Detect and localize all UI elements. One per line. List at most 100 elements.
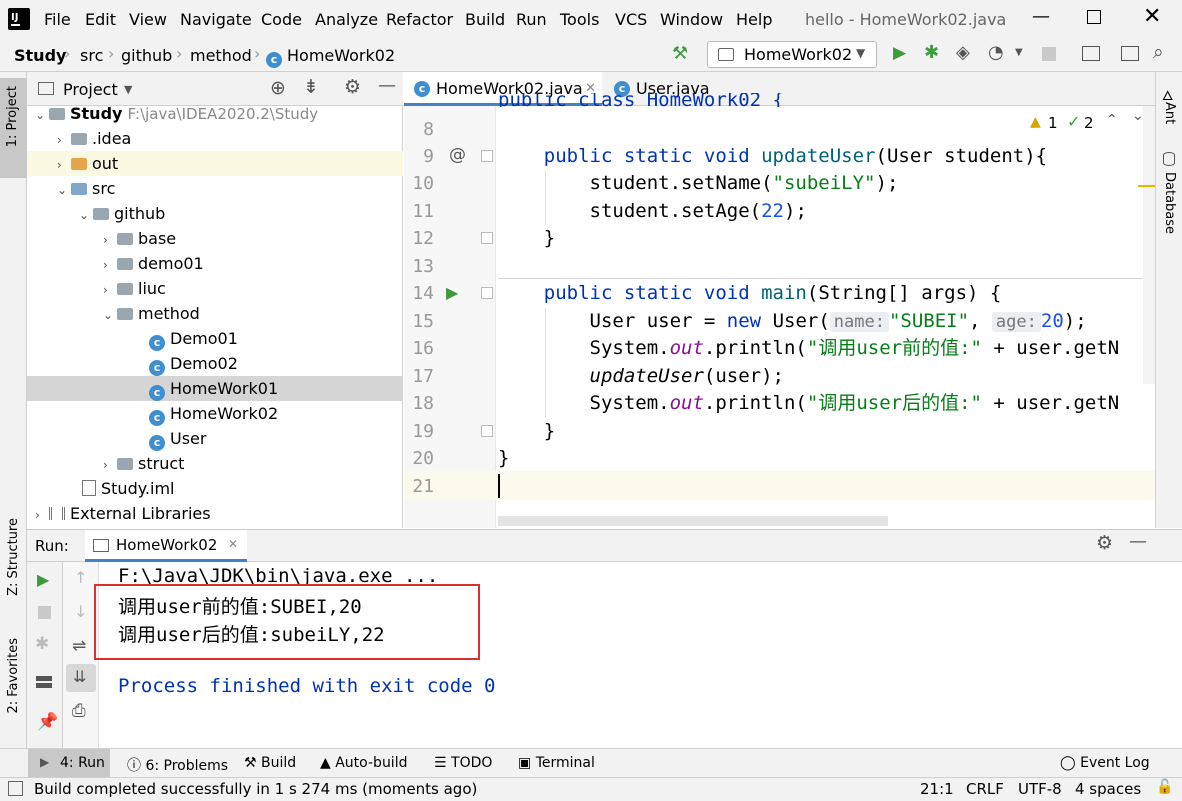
stop-icon[interactable] (38, 606, 51, 619)
typo-check-icon[interactable]: ✓ (1067, 112, 1080, 131)
layout-icon[interactable] (36, 676, 52, 688)
menu-code[interactable]: Code (261, 10, 302, 29)
tree-item-study[interactable]: ⌄ Study F:\java\IDEA2020.2\Study (27, 101, 403, 126)
hide-panel-icon[interactable]: — (1129, 531, 1147, 552)
menu-edit[interactable]: Edit (85, 10, 116, 29)
close-tab-icon[interactable]: ✕ (228, 537, 238, 551)
breadcrumb-src[interactable]: src (80, 46, 103, 65)
tree-item-study-iml[interactable]: Study.iml (27, 476, 403, 501)
tree-item-idea[interactable]: › .idea (27, 126, 403, 151)
pin-icon[interactable]: 📌 (37, 712, 58, 732)
chevron-down-icon[interactable]: ▼ (1015, 47, 1023, 58)
locate-icon[interactable]: ⊕ (270, 77, 286, 99)
tool-tab-todo[interactable]: ☰ TODO (434, 755, 492, 771)
indent-setting[interactable]: 4 spaces (1075, 780, 1141, 798)
breadcrumb-github[interactable]: github (121, 46, 172, 65)
tree-item-base[interactable]: › base (27, 226, 403, 251)
tree-item-out[interactable]: › out (27, 151, 403, 176)
tree-item-method[interactable]: ⌄ method (27, 301, 403, 326)
arrow-down-icon[interactable]: ↓ (74, 602, 87, 621)
tool-tab-event-log[interactable]: ◯ Event Log (1060, 755, 1150, 771)
run-tab-homework02[interactable]: HomeWork02 ✕ (85, 530, 247, 562)
ide-layout-icon[interactable] (1121, 46, 1139, 61)
fold-icon[interactable] (481, 232, 493, 244)
fold-icon[interactable] (481, 425, 493, 437)
debug-icon[interactable]: ✱ (924, 42, 939, 63)
run-main-icon[interactable]: ▶ (446, 283, 458, 302)
collapse-all-icon[interactable]: ⇟ (303, 76, 319, 98)
fold-icon[interactable] (481, 150, 493, 162)
warning-icon[interactable]: ▲ (1030, 114, 1041, 130)
maximize-icon[interactable] (1087, 10, 1101, 24)
menu-view[interactable]: View (129, 10, 167, 29)
gear-icon[interactable]: ⚙ (1096, 532, 1113, 554)
caret-position[interactable]: 21:1 (920, 780, 954, 798)
project-structure-icon[interactable] (1082, 46, 1100, 61)
breadcrumb-method[interactable]: method (190, 46, 252, 65)
tree-item-liuc[interactable]: › liuc (27, 276, 403, 301)
project-panel-title[interactable]: Project (63, 80, 118, 99)
override-icon[interactable]: @ (449, 145, 466, 165)
project-tool-button[interactable]: 1: Project (0, 78, 27, 178)
fold-icon[interactable] (481, 287, 493, 299)
restore-layout-icon[interactable]: ✱ (35, 634, 49, 654)
menu-window[interactable]: Window (660, 10, 723, 29)
profile-icon[interactable]: ◔ (988, 42, 1004, 63)
stop-icon[interactable] (1042, 47, 1056, 61)
horizontal-scrollbar[interactable] (498, 516, 888, 526)
database-tool-button[interactable]: Database (1156, 150, 1182, 240)
tool-tab-auto-build[interactable]: ▲ Auto-build (320, 755, 407, 771)
tree-item-struct[interactable]: › struct (27, 451, 403, 476)
search-icon[interactable]: ⌕ (1153, 41, 1164, 63)
tool-tab-build[interactable]: ⚒ Build (244, 755, 296, 771)
tree-item-src[interactable]: ⌄ src (27, 176, 403, 201)
close-icon[interactable]: ✕ (1143, 4, 1161, 29)
tree-item-demo01[interactable]: › demo01 (27, 251, 403, 276)
menu-refactor[interactable]: Refactor (386, 10, 453, 29)
menu-navigate[interactable]: Navigate (180, 10, 252, 29)
print-icon[interactable]: ⎙ (72, 701, 86, 721)
editor-scrollbar[interactable] (1143, 106, 1155, 384)
menu-help[interactable]: Help (736, 10, 772, 29)
minimize-icon[interactable]: — (1032, 6, 1050, 27)
coverage-icon[interactable]: ◈ (956, 42, 970, 63)
warning-stripe-marker[interactable] (1138, 185, 1155, 187)
structure-tool-button[interactable]: Z: Structure (0, 512, 27, 622)
tool-tab-problems[interactable]: ⓘ 6: Problems (127, 755, 228, 775)
tree-item-external-libraries[interactable]: › External Libraries (27, 501, 403, 526)
favorites-tool-button[interactable]: 2: Favorites (0, 632, 27, 742)
hammer-build-icon[interactable]: ⚒ (672, 43, 688, 64)
menu-tools[interactable]: Tools (560, 10, 599, 29)
arrow-up-icon[interactable]: ↑ (74, 568, 87, 587)
tree-item-demo02-class[interactable]: c Demo02 (27, 351, 403, 376)
menu-vcs[interactable]: VCS (615, 10, 647, 29)
gear-icon[interactable]: ⚙ (344, 76, 361, 98)
menu-file[interactable]: File (44, 10, 71, 29)
breadcrumb-homework02[interactable]: c HomeWork02 (266, 46, 395, 68)
run-config-select[interactable]: HomeWork02 ▼ (707, 41, 877, 68)
tree-item-homework02[interactable]: c HomeWork02 (27, 401, 403, 426)
chevron-down-icon[interactable]: ▼ (124, 83, 132, 96)
tree-item-demo01-class[interactable]: c Demo01 (27, 326, 403, 351)
menu-run[interactable]: Run (516, 10, 547, 29)
lock-icon[interactable]: 🔓 (1156, 779, 1173, 795)
tree-item-github[interactable]: ⌄ github (27, 201, 403, 226)
menu-build[interactable]: Build (465, 10, 505, 29)
tool-tab-run[interactable]: ▶ 4: Run (28, 749, 110, 777)
status-window-icon[interactable] (8, 781, 23, 796)
file-encoding[interactable]: UTF-8 (1018, 780, 1062, 798)
chevron-up-icon[interactable]: ⌃ (1106, 112, 1118, 128)
tree-item-homework01[interactable]: c HomeWork01 (27, 376, 403, 401)
tree-item-user[interactable]: c User (27, 426, 403, 451)
run-icon[interactable]: ▶ (893, 43, 906, 63)
soft-wrap-icon[interactable]: ⇌ (72, 636, 86, 656)
ant-tool-button[interactable]: 🜂 Ant (1156, 80, 1182, 140)
menu-analyze[interactable]: Analyze (315, 10, 378, 29)
line-separator[interactable]: CRLF (966, 780, 1004, 798)
breadcrumb-study[interactable]: Study (14, 46, 66, 65)
hide-panel-icon[interactable]: — (378, 75, 396, 96)
rerun-icon[interactable]: ▶ (37, 570, 49, 589)
scroll-to-end-button[interactable]: ⇊ (66, 664, 96, 692)
chevron-down-icon[interactable]: ⌄ (1132, 108, 1144, 124)
tool-tab-terminal[interactable]: ▣ Terminal (518, 755, 595, 771)
